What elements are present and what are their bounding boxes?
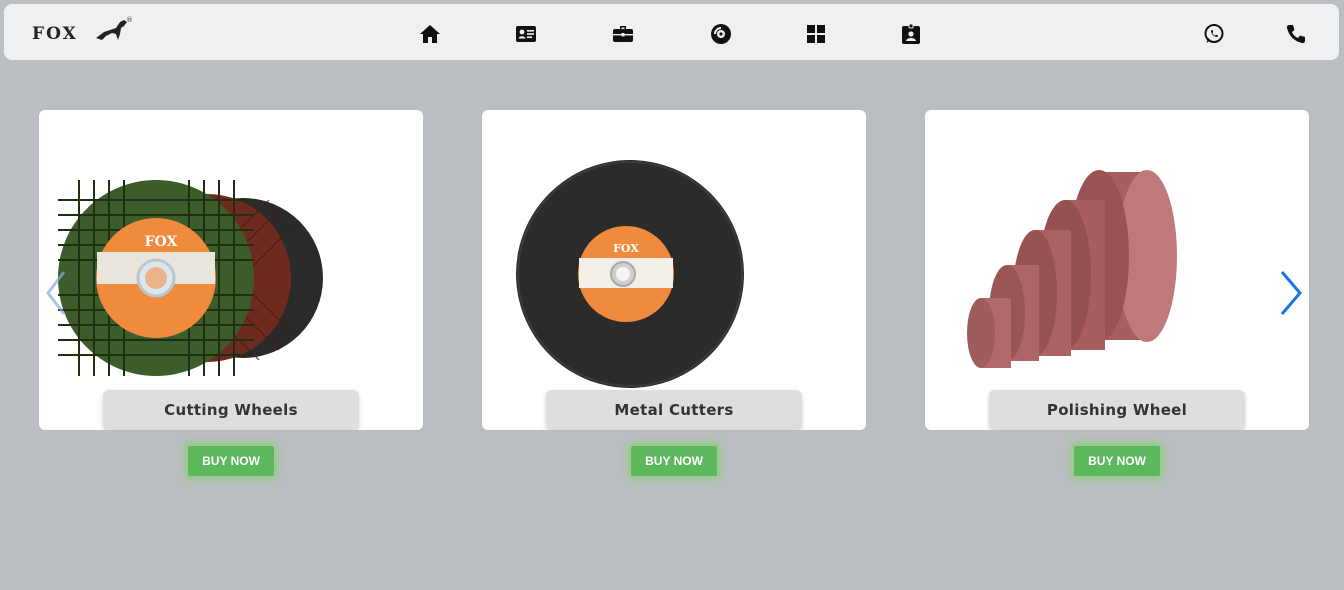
trademark-mark: ® xyxy=(126,16,133,24)
phone-icon[interactable] xyxy=(1283,21,1309,47)
horse-icon xyxy=(96,20,127,40)
chevron-left-icon[interactable] xyxy=(42,268,72,318)
grid-icon[interactable] xyxy=(803,21,829,47)
product-card-metal-cutters[interactable]: FOX Metal Cutters xyxy=(482,110,866,430)
briefcase-icon[interactable] xyxy=(610,21,636,47)
brand-logo-text: FOX xyxy=(32,24,78,44)
disc-icon[interactable] xyxy=(708,21,734,47)
product-label: Cutting Wheels xyxy=(103,390,359,430)
id-badge-icon[interactable] xyxy=(898,21,924,47)
product-label: Polishing Wheel xyxy=(989,390,1245,430)
cutting-wheels-image: FOX xyxy=(58,180,323,376)
buy-now-button-cutting-wheels[interactable]: BUY NOW xyxy=(188,446,274,476)
whatsapp-icon[interactable] xyxy=(1201,21,1227,47)
product-card-cutting-wheels[interactable]: FOX Cutting Wheels xyxy=(39,110,423,430)
brand-logo[interactable]: FOX ® xyxy=(32,16,133,50)
home-icon[interactable] xyxy=(417,21,443,47)
disc-label-brand: FOX xyxy=(613,242,639,255)
metal-cutters-image: FOX xyxy=(516,160,744,388)
disc-label-brand: FOX xyxy=(145,234,178,250)
buy-now-button-metal-cutters[interactable]: BUY NOW xyxy=(631,446,717,476)
contact-card-icon[interactable] xyxy=(513,21,539,47)
chevron-right-icon[interactable] xyxy=(1276,268,1306,318)
buy-now-button-polishing-wheel[interactable]: BUY NOW xyxy=(1074,446,1160,476)
product-card-polishing-wheel[interactable]: Polishing Wheel xyxy=(925,110,1309,430)
polishing-wheel-image xyxy=(967,170,1177,368)
product-label: Metal Cutters xyxy=(546,390,802,430)
navbar: FOX ® xyxy=(4,4,1339,60)
